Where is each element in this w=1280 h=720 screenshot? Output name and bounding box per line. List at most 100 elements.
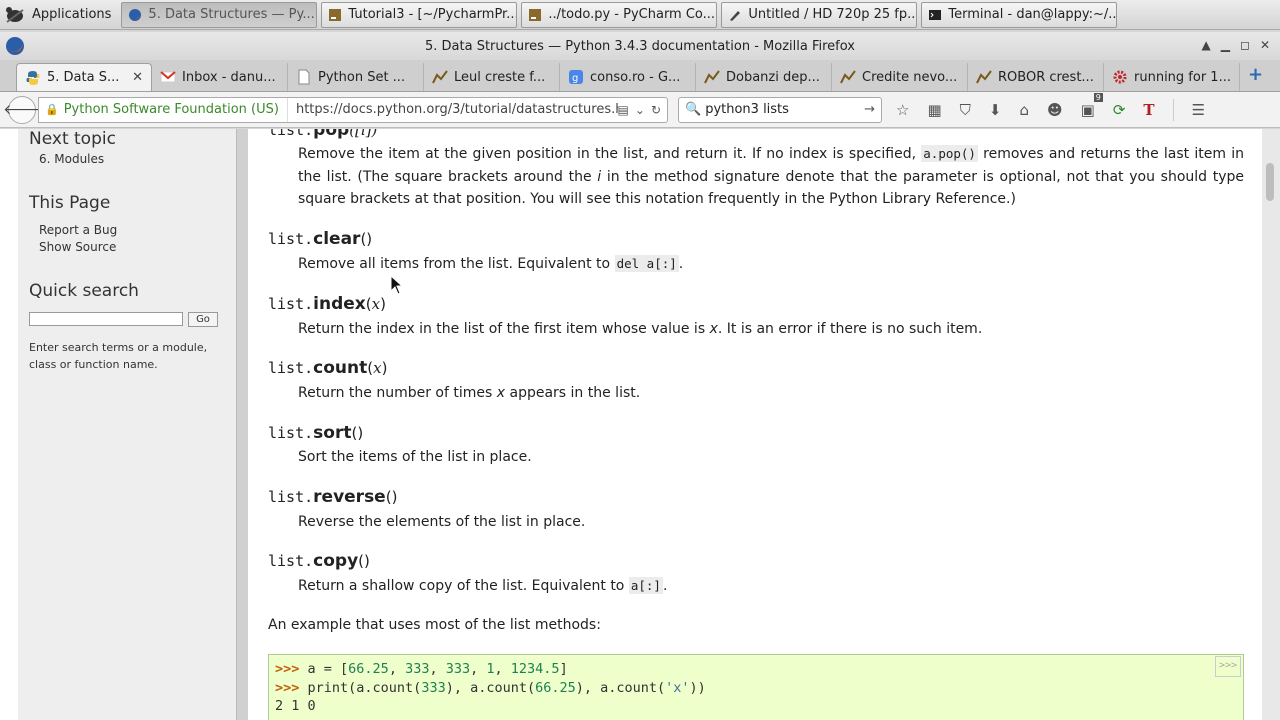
code-text: ), a.count(: [445, 679, 536, 696]
method-index-signature: list.index(x): [268, 294, 386, 314]
code-text: print(a.count(: [299, 679, 422, 696]
desc-tail: .: [662, 578, 668, 594]
desc-tail: . It is an error if there is no such ite…: [717, 321, 983, 337]
url-text[interactable]: https://docs.python.org/3/tutorial/datas…: [288, 102, 618, 117]
method-sort-description: Sort the items of the list in place.: [298, 446, 1244, 469]
chart-icon: [976, 70, 992, 84]
task-firefox[interactable]: 5. Data Structures — Py...: [121, 1, 318, 28]
task-label: 5. Data Structures — Py...: [148, 7, 315, 22]
close-window-icon[interactable]: ✕: [1260, 38, 1270, 52]
doc-body: list.pop([i]) Remove the item at the giv…: [250, 129, 1260, 720]
bookmarks-list-icon[interactable]: ▦: [927, 101, 941, 119]
task-terminal[interactable]: Terminal - dan@lappy:~/...: [921, 1, 1118, 28]
sig-name: count: [313, 358, 368, 378]
example-intro: An example that uses most of the list me…: [268, 617, 601, 633]
code-output-line: 2 1 0: [275, 698, 316, 714]
desc-text: Remove the item at the given position in…: [298, 146, 917, 162]
maximize-icon[interactable]: ◻: [1240, 38, 1250, 52]
sig-name: copy: [313, 551, 359, 571]
task-video-editor[interactable]: Untitled / HD 720p 25 fp...: [721, 1, 918, 28]
tab-python-set[interactable]: Python Set ...: [288, 63, 424, 91]
desc-text: Reverse the elements of the list in plac…: [298, 514, 586, 530]
task-pycharm-tutorial[interactable]: Tutorial3 - [~/PycharmPr...: [321, 1, 518, 28]
method-pop-signature: list.pop([i]): [268, 129, 377, 140]
url-dropdown-icon[interactable]: ⌄: [635, 103, 645, 117]
code-number: 333: [421, 679, 446, 696]
next-topic-link[interactable]: 6. Modules: [39, 152, 104, 166]
desc-text: Sort the items of the list in place.: [298, 449, 532, 465]
code-text: )): [689, 679, 706, 696]
close-tab-icon[interactable]: ✕: [132, 70, 143, 85]
sig-paren: ): [380, 295, 386, 313]
reader-view-icon[interactable]: ▤: [618, 103, 629, 117]
sig-prefix: list.: [268, 488, 314, 506]
show-source-link[interactable]: Show Source: [39, 240, 116, 254]
menu-icon[interactable]: ☰: [1192, 101, 1205, 119]
desc-text: Return the number of times: [298, 385, 493, 401]
scrollbar-thumb[interactable]: [1266, 163, 1274, 201]
method-clear-description: Remove all items from the list. Equivale…: [298, 253, 1244, 276]
text-tool-icon[interactable]: T: [1143, 101, 1154, 119]
sig-prefix: list.: [268, 295, 314, 313]
refresh-extension-icon[interactable]: ⟳: [1113, 101, 1126, 119]
extension-badge-count: 9: [1093, 92, 1103, 102]
download-icon[interactable]: ⬇: [989, 101, 1002, 119]
tab-robor[interactable]: ROBOR crest...: [968, 63, 1104, 91]
desktop-panel: Applications 5. Data Structures — Py... …: [0, 0, 1280, 30]
extension-badge-icon[interactable]: ▣ 9: [1081, 92, 1103, 119]
tab-leul[interactable]: Leul creste f...: [424, 63, 560, 91]
code-string: 'x': [665, 679, 690, 696]
method-copy-signature: list.copy(): [268, 551, 370, 571]
search-bar[interactable]: 🔍 python3 lists →: [678, 96, 882, 123]
inline-code: a.pop(): [921, 145, 978, 162]
search-go-icon[interactable]: →: [864, 102, 875, 117]
reload-icon[interactable]: ↻: [651, 103, 661, 117]
chart-icon: [432, 70, 448, 84]
doc-sidebar: Next topic 6. Modules This Page Report a…: [18, 129, 236, 720]
bookmark-star-icon[interactable]: ☆: [896, 101, 909, 119]
task-pycharm-todo[interactable]: ../todo.py - PyCharm Co...: [521, 1, 718, 28]
tab-conso[interactable]: g conso.ro - G...: [560, 63, 696, 91]
code-number: 66.25: [535, 679, 576, 696]
method-copy-description: Return a shallow copy of the list. Equiv…: [298, 575, 1244, 598]
sidebar-collapse-handle[interactable]: [236, 129, 248, 720]
vertical-scrollbar[interactable]: [1262, 129, 1280, 720]
tab-data-structures[interactable]: 5. Data S... ✕: [16, 63, 152, 91]
tab-inbox[interactable]: Inbox - danu...: [152, 63, 288, 91]
sig-args: (): [360, 230, 373, 248]
tab-dobanzi[interactable]: Dobanzi dep...: [696, 63, 832, 91]
chat-icon[interactable]: ☻: [1047, 101, 1063, 119]
quick-search-input[interactable]: [29, 312, 183, 326]
code-number: 1: [486, 661, 495, 677]
tab-label: conso.ro - G...: [590, 69, 681, 85]
minimize-icon[interactable]: ▁: [1221, 38, 1230, 52]
go-button[interactable]: Go: [188, 312, 218, 327]
report-bug-link[interactable]: Report a Bug: [39, 223, 117, 237]
method-index-description: Return the index in the list of the firs…: [298, 318, 1244, 341]
pocket-icon[interactable]: ⛉: [960, 101, 971, 119]
method-count-signature: list.count(x): [268, 358, 387, 378]
url-bar[interactable]: 🔒 Python Software Foundation (US) https:…: [38, 96, 668, 123]
tab-label: ROBOR crest...: [998, 69, 1094, 85]
tab-running[interactable]: running for 1...: [1104, 63, 1240, 91]
quick-search-heading: Quick search: [29, 281, 139, 301]
svg-text:g: g: [572, 73, 578, 84]
xfce-mouse-icon: [6, 6, 24, 23]
desc-text: Remove all items from the list. Equivale…: [298, 256, 611, 272]
back-button[interactable]: 🡐: [3, 95, 41, 124]
site-identity[interactable]: 🔒 Python Software Foundation (US): [39, 97, 288, 122]
copy-toggle-button[interactable]: >>>: [1214, 656, 1241, 677]
code-number: 1234.5: [510, 661, 560, 677]
editor-icon: [730, 10, 741, 21]
home-icon[interactable]: ⌂: [1019, 101, 1029, 119]
lock-icon: 🔒: [45, 103, 59, 116]
applications-menu[interactable]: Applications: [0, 0, 117, 30]
desc-tail: .: [678, 256, 684, 272]
tab-credite[interactable]: Credite nevo...: [832, 63, 968, 91]
code-number: 333: [445, 661, 471, 677]
window-up-icon[interactable]: ▲: [1202, 38, 1211, 52]
python-icon: [26, 70, 40, 85]
google-icon: g: [569, 70, 583, 84]
search-input[interactable]: python3 lists: [705, 102, 789, 117]
new-tab-icon[interactable]: +: [1248, 64, 1263, 85]
